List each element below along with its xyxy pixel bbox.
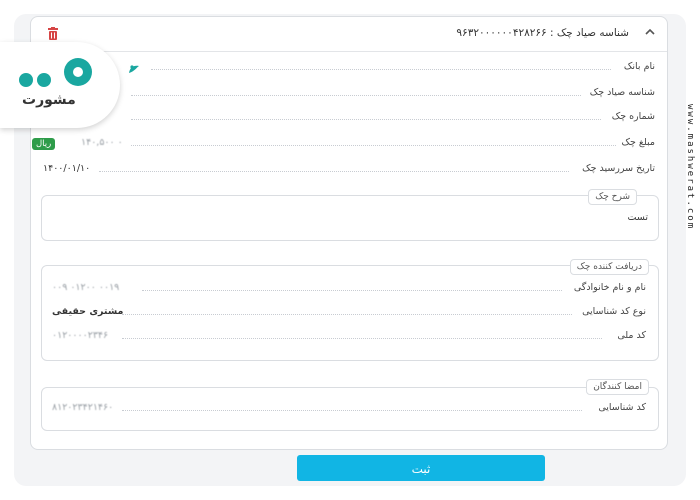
receiver-name-label: نام و نام خانوادگی: [573, 282, 646, 293]
receiver-national-code-row: کد ملی ۰۱۲۰۰۰۰۲۳۴۶: [42, 330, 658, 346]
currency-badge: ریال: [32, 138, 56, 150]
dotted-divider: [131, 119, 601, 120]
field-bank-name: نام بانک: [31, 61, 667, 77]
card-header[interactable]: شناسه صیاد چک : ۹۶۳۲۰۰۰۰۰۰۴۲۸۲۶۶: [31, 17, 667, 52]
site-watermark: www.mashwerat.com: [685, 104, 695, 231]
check-card: شناسه صیاد چک : ۹۶۳۲۰۰۰۰۰۰۴۲۸۲۶۶ نام بان…: [30, 16, 668, 450]
dotted-divider: [122, 314, 572, 315]
receiver-legend: دریافت کننده چک: [569, 259, 649, 275]
logo-dots-icon: [19, 58, 92, 87]
signer-id-row: کد شناسایی ۸۱۲۰۲۳۴۲۱۴۶۰: [42, 402, 658, 418]
signers-legend: امضا کنندگان: [586, 379, 649, 395]
signer-id-value: ۸۱۲۰۲۳۴۲۱۴۶۰: [52, 402, 114, 413]
signer-id-label: کد شناسایی: [598, 402, 646, 413]
description-value: تست: [627, 212, 648, 223]
due-date-value: ۱۴۰۰/۰۱/۱۰: [43, 163, 91, 174]
bank-name-label: نام بانک: [623, 61, 655, 72]
due-date-label: تاریخ سررسید چک: [582, 163, 655, 174]
dotted-divider: [131, 95, 581, 96]
receiver-national-code-label: کد ملی: [617, 330, 646, 341]
field-due-date: تاریخ سررسید چک ۱۴۰۰/۰۱/۱۰: [31, 163, 667, 179]
sayad-id-label: شناسه صیاد چک: [589, 87, 655, 98]
receiver-id-type-value: مشتری حقیقی: [52, 306, 124, 317]
field-amount: مبلغ چک ریال ۱۴۰,۵۰۰ ۰: [31, 137, 667, 153]
dotted-divider: [151, 69, 611, 70]
dotted-divider: [122, 410, 582, 411]
chevron-up-icon[interactable]: [643, 25, 657, 39]
receiver-id-type-label: نوع کد شناسایی: [582, 306, 646, 317]
dotted-divider: [131, 145, 616, 146]
dotted-divider: [99, 171, 569, 172]
bank-logo-icon: [129, 65, 139, 73]
field-sayad-id: شناسه صیاد چک: [31, 87, 667, 103]
sayad-id-title: شناسه صیاد چک : ۹۶۳۲۰۰۰۰۰۰۴۲۸۲۶۶: [456, 27, 629, 39]
check-number-label: شماره چک: [611, 111, 655, 122]
site-logo: مشورت: [0, 42, 120, 128]
amount-value: ۱۴۰,۵۰۰ ۰: [81, 137, 123, 148]
amount-label: مبلغ چک: [621, 137, 655, 148]
logo-text: مشورت: [22, 92, 76, 108]
description-legend: شرح چک: [588, 189, 637, 205]
receiver-id-type-row: نوع کد شناسایی مشتری حقیقی: [42, 306, 658, 322]
description-box: تست: [41, 195, 659, 241]
trash-icon[interactable]: [47, 27, 59, 40]
submit-button[interactable]: ثبت: [297, 455, 545, 481]
signers-box: کد شناسایی ۸۱۲۰۲۳۴۲۱۴۶۰: [41, 387, 659, 431]
receiver-box: نام و نام خانوادگی ۰۰۹ ۰۱۲۰۰ ۰۰۱۹ نوع کد…: [41, 265, 659, 361]
receiver-national-code-value: ۰۱۲۰۰۰۰۲۳۴۶: [52, 330, 109, 341]
dotted-divider: [122, 338, 602, 339]
field-check-number: شماره چک: [31, 111, 667, 127]
dotted-divider: [142, 290, 562, 291]
receiver-name-row: نام و نام خانوادگی ۰۰۹ ۰۱۲۰۰ ۰۰۱۹: [42, 282, 658, 298]
receiver-name-value: ۰۰۹ ۰۱۲۰۰ ۰۰۱۹: [52, 282, 120, 293]
